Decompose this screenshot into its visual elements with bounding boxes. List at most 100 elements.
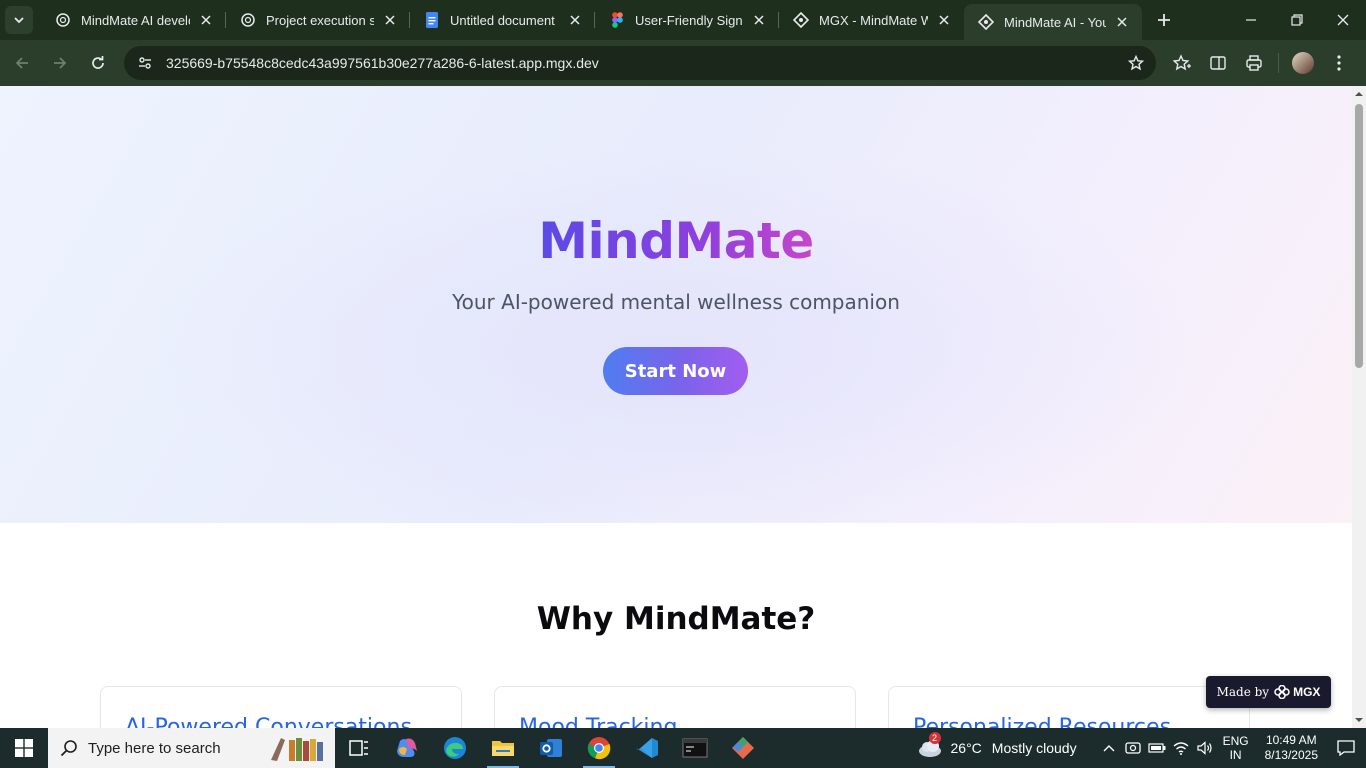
scroll-up-icon[interactable] — [1355, 90, 1363, 98]
favorites-button[interactable] — [1164, 45, 1200, 81]
hero-section: MindMate Your AI-powered mental wellness… — [0, 86, 1352, 523]
close-icon[interactable] — [198, 12, 214, 28]
browser-menu-button[interactable] — [1321, 45, 1357, 81]
tab-mindmate-develop[interactable]: MindMate AI develop — [41, 0, 226, 40]
close-icon[interactable] — [751, 12, 767, 28]
close-icon — [1337, 14, 1349, 26]
windows-taskbar: Type here to search 2 26°C Mostly cloudy — [0, 728, 1366, 768]
restore-icon — [1291, 14, 1303, 26]
taskbar-search-box[interactable]: Type here to search — [48, 728, 335, 768]
page-scrollbar[interactable] — [1352, 86, 1366, 728]
mgx-icon — [1274, 685, 1290, 699]
volume-button[interactable] — [1193, 728, 1217, 768]
made-by-mgx-badge[interactable]: Made by MGX — [1206, 676, 1331, 708]
folder-icon — [492, 741, 514, 756]
more-vertical-icon — [1337, 55, 1341, 71]
google-docs-icon — [424, 12, 440, 28]
search-icon — [60, 740, 77, 757]
weather-condition: Mostly cloudy — [991, 740, 1077, 756]
terminal-app[interactable] — [671, 728, 719, 768]
close-window-button[interactable] — [1320, 0, 1366, 40]
chrome-icon — [587, 737, 611, 760]
edge-icon — [444, 737, 466, 759]
feature-card-mood-tracking: Mood Tracking — [494, 686, 856, 728]
outlook-icon — [540, 739, 562, 757]
mgx-icon — [793, 12, 809, 28]
copilot-app[interactable] — [383, 728, 431, 768]
close-icon[interactable] — [567, 12, 583, 28]
made-by-text: Made by — [1216, 685, 1270, 699]
side-panel-icon — [1210, 56, 1226, 70]
mgx-icon — [978, 14, 994, 30]
tab-user-friendly-signup[interactable]: User-Friendly Sign-Up — [595, 0, 779, 40]
window-controls — [1228, 0, 1366, 40]
start-now-button[interactable]: Start Now — [603, 347, 748, 395]
lang-code: ENG — [1222, 734, 1249, 748]
new-tab-button[interactable] — [1150, 6, 1178, 34]
speaker-icon — [1196, 741, 1212, 755]
clock-time: 10:49 AM — [1265, 733, 1317, 747]
printer-icon — [1246, 55, 1262, 71]
outlook-app[interactable] — [527, 728, 575, 768]
minimize-button[interactable] — [1228, 0, 1274, 40]
terminal-icon — [682, 738, 708, 758]
taskbar-clock[interactable]: 10:49 AM 8/13/2025 — [1265, 733, 1318, 763]
tab-mindmate-ai-active[interactable]: MindMate AI - Your M — [964, 4, 1142, 40]
tab-project-execution[interactable]: Project execution sup — [226, 0, 410, 40]
weather-widget[interactable]: 2 26°C Mostly cloudy — [917, 732, 1077, 758]
network-button[interactable] — [1169, 728, 1193, 768]
meet-now-button[interactable] — [1121, 728, 1145, 768]
hero-tagline: Your AI-powered mental wellness companio… — [452, 290, 900, 314]
features-heading: Why MindMate? — [536, 601, 816, 637]
windows-logo-icon — [15, 739, 33, 757]
chrome-app[interactable] — [575, 728, 623, 768]
favorites-icon — [1173, 54, 1191, 71]
battery-button[interactable] — [1145, 728, 1169, 768]
close-icon[interactable] — [382, 12, 398, 28]
reload-button[interactable] — [80, 45, 116, 81]
feature-card-title: Personalized Resources — [913, 715, 1172, 728]
back-button[interactable] — [4, 45, 40, 81]
task-view-icon — [349, 740, 368, 756]
forward-button[interactable] — [42, 45, 78, 81]
weather-temp: 26°C — [950, 740, 982, 756]
address-bar[interactable]: 325669-b75548c8cedc43a997561b30e277a286-… — [124, 46, 1156, 80]
print-button[interactable] — [1236, 45, 1272, 81]
tab-untitled-document[interactable]: Untitled document - — [410, 0, 595, 40]
tab-strip: MindMate AI develop Project execution su… — [0, 0, 1366, 40]
show-hidden-icons-button[interactable] — [1097, 728, 1121, 768]
chevron-up-icon — [1103, 745, 1115, 752]
restore-button[interactable] — [1274, 0, 1320, 40]
tab-search-button[interactable] — [5, 6, 33, 34]
clock-date: 8/13/2025 — [1264, 748, 1318, 762]
vscode-app[interactable] — [623, 728, 671, 768]
openai-icon — [55, 12, 71, 28]
tab-mgx-mindmate[interactable]: MGX - MindMate Wi — [779, 0, 964, 40]
input-language-indicator[interactable]: ENG IN — [1223, 734, 1249, 762]
notification-icon — [1337, 740, 1355, 756]
git-app[interactable] — [719, 728, 767, 768]
close-icon[interactable] — [936, 12, 952, 28]
bookmark-star-icon[interactable] — [1126, 53, 1146, 73]
site-info-icon[interactable] — [134, 52, 156, 74]
scroll-thumb[interactable] — [1355, 104, 1363, 368]
brand-title: MindMate — [538, 212, 814, 270]
close-icon[interactable] — [1114, 14, 1130, 30]
web-page: MindMate Your AI-powered mental wellness… — [0, 86, 1352, 728]
figma-icon — [609, 12, 625, 28]
camera-icon — [1124, 742, 1141, 754]
toolbar-actions — [1164, 45, 1357, 81]
scroll-down-icon[interactable] — [1355, 716, 1363, 724]
notification-center-button[interactable] — [1326, 728, 1366, 768]
system-tray: 2 26°C Mostly cloudy ENG IN 10:49 AM 8/1… — [917, 728, 1366, 768]
tab-title: User-Friendly Sign-Up — [635, 12, 743, 28]
start-button[interactable] — [0, 728, 48, 768]
file-explorer-app[interactable] — [479, 728, 527, 768]
edge-app[interactable] — [431, 728, 479, 768]
tab-title: MindMate AI - Your M — [1004, 14, 1106, 30]
reading-mode-button[interactable] — [1200, 45, 1236, 81]
task-view-button[interactable] — [335, 728, 383, 768]
profile-button[interactable] — [1285, 45, 1321, 81]
chevron-down-icon — [14, 17, 24, 24]
browser-toolbar: 325669-b75548c8cedc43a997561b30e277a286-… — [0, 40, 1366, 86]
